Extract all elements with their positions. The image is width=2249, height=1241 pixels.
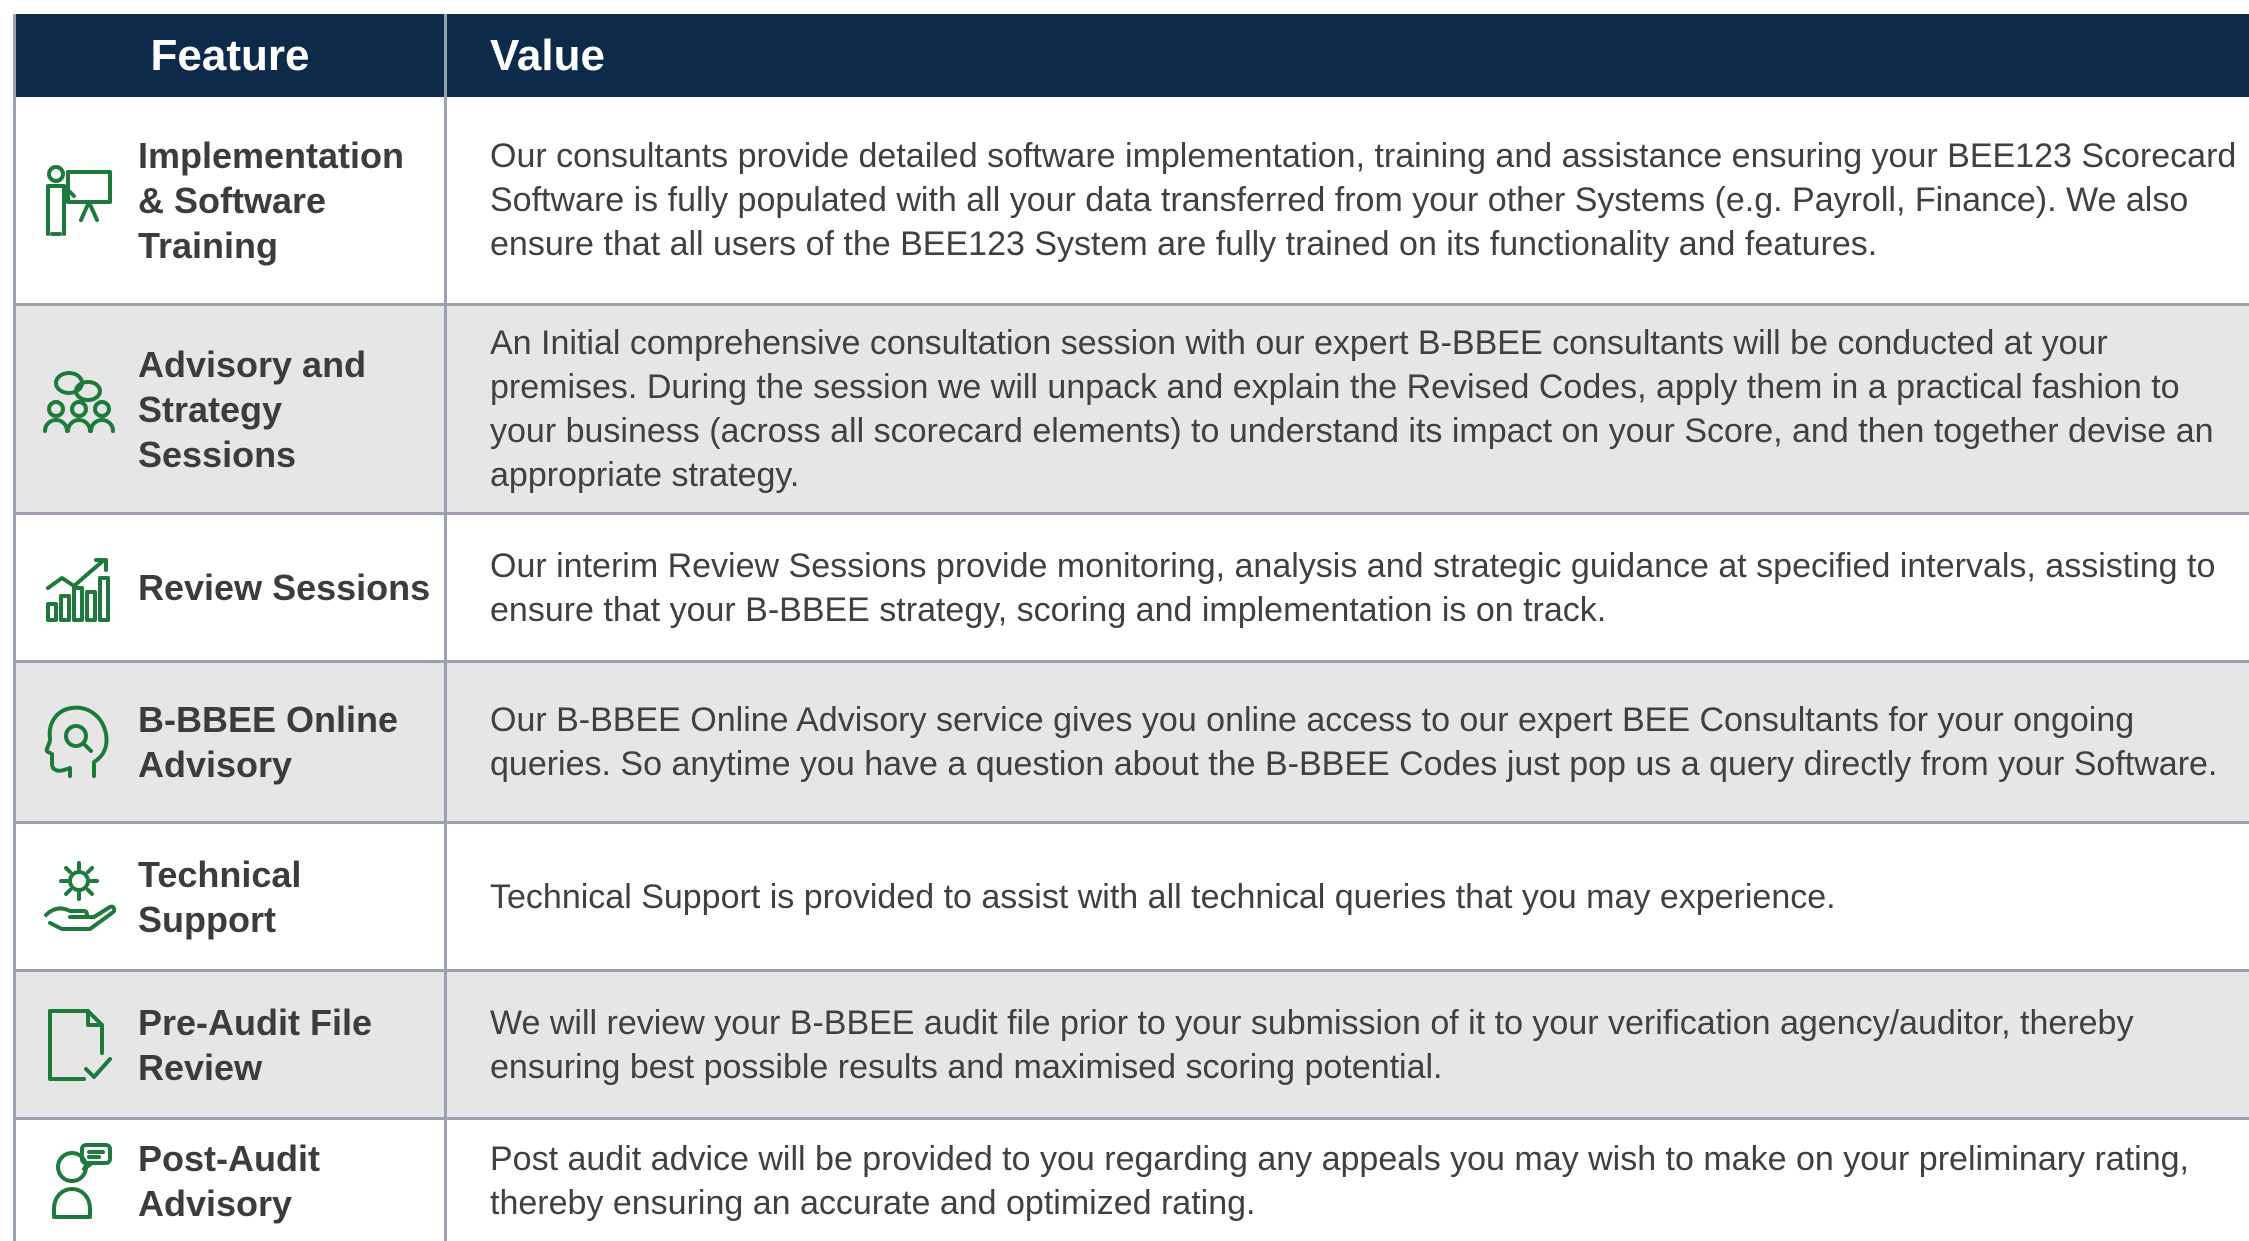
value-cell: Technical Support is provided to assist … bbox=[490, 877, 1836, 916]
feature-label: B-BBEE Online Advisory bbox=[138, 699, 399, 785]
header-divider bbox=[444, 14, 447, 97]
feature-label: Post-Audit Advisory bbox=[138, 1137, 320, 1224]
head-search-icon bbox=[34, 663, 124, 821]
table-row: Technical Support Technical Support is p… bbox=[16, 824, 2249, 972]
feature-cell: B-BBEE Online Advisory bbox=[16, 663, 444, 821]
feature-cell: Pre-Audit File Review bbox=[16, 972, 444, 1117]
gear-hand-icon bbox=[34, 824, 124, 969]
value-cell: Our consultants provide detailed softwar… bbox=[490, 137, 2237, 263]
table-row: Post-Audit Advisory Post audit advice wi… bbox=[16, 1120, 2249, 1241]
feature-cell: Advisory and Strategy Sessions bbox=[16, 306, 444, 512]
growth-chart-icon bbox=[34, 515, 124, 660]
table-row: Advisory and Strategy Sessions An Initia… bbox=[16, 306, 2249, 515]
feature-label: Technical Support bbox=[138, 853, 302, 940]
table-row: Implementation & Software Training Our c… bbox=[16, 97, 2249, 306]
value-cell: An Initial comprehensive consultation se… bbox=[490, 324, 2214, 494]
column-divider bbox=[444, 824, 447, 969]
column-divider bbox=[444, 1120, 447, 1241]
table-header: Feature Value bbox=[16, 14, 2249, 97]
presentation-icon bbox=[34, 97, 124, 303]
value-cell: Our B-BBEE Online Advisory service gives… bbox=[490, 701, 2218, 783]
person-chat-icon bbox=[34, 1120, 124, 1241]
feature-cell: Post-Audit Advisory bbox=[16, 1120, 444, 1241]
value-cell: Our interim Review Sessions provide moni… bbox=[490, 546, 2216, 629]
header-feature: Feature bbox=[150, 30, 310, 80]
feature-cell: Review Sessions bbox=[16, 515, 444, 660]
group-icon bbox=[34, 306, 124, 512]
feature-value-table: Feature Value Implementation & Software … bbox=[13, 14, 2249, 1241]
table-row: B-BBEE Online Advisory Our B-BBEE Online… bbox=[16, 663, 2249, 824]
column-divider bbox=[444, 97, 447, 303]
document-check-icon bbox=[34, 972, 124, 1117]
column-divider bbox=[444, 663, 447, 821]
feature-label: Review Sessions bbox=[138, 567, 431, 608]
column-divider bbox=[444, 306, 447, 512]
feature-label: Implementation & Software Training bbox=[138, 134, 405, 266]
feature-label: Advisory and Strategy Sessions bbox=[138, 343, 367, 475]
header-value: Value bbox=[490, 30, 605, 80]
table-row: Review Sessions Our interim Review Sessi… bbox=[16, 515, 2249, 663]
value-cell: We will review your B-BBEE audit file pr… bbox=[490, 1003, 2134, 1086]
feature-cell: Implementation & Software Training bbox=[16, 97, 444, 303]
feature-label: Pre-Audit File Review bbox=[138, 1001, 373, 1088]
feature-cell: Technical Support bbox=[16, 824, 444, 969]
column-divider bbox=[444, 515, 447, 660]
value-cell: Post audit advice will be provided to yo… bbox=[490, 1139, 2190, 1222]
table-row: Pre-Audit File Review We will review you… bbox=[16, 972, 2249, 1120]
column-divider bbox=[444, 972, 447, 1117]
